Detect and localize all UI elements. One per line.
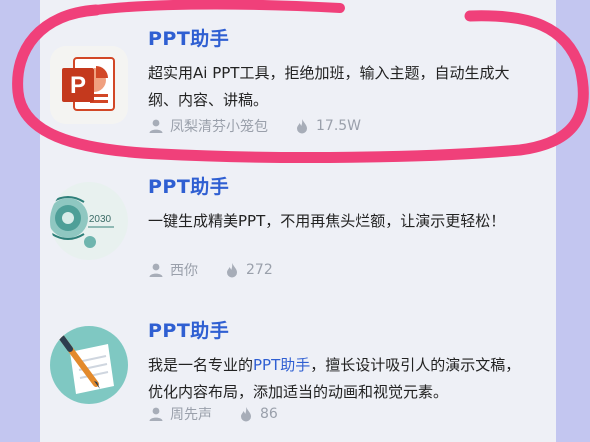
author-name: 周先声: [170, 407, 212, 423]
usage-count: 86: [260, 406, 278, 422]
assistant-meta: 周先声 86: [148, 404, 278, 424]
assistant-meta: 凤梨清芬小笼包 17.5W: [148, 116, 361, 136]
usage-count: 17.5W: [316, 118, 362, 134]
description-text: 我是一名专业的: [148, 356, 254, 374]
assistant-title[interactable]: PPT助手: [148, 24, 229, 51]
usage-count: 272: [246, 262, 273, 278]
assistant-description: 超实用Ai PPT工具，拒绝加班，输入主题，自动生成大纲、内容、讲稿。: [148, 64, 510, 109]
assistant-meta: 西你 272: [148, 260, 273, 280]
author-name: 西你: [170, 263, 198, 279]
powerpoint-logo-icon[interactable]: P: [50, 46, 128, 124]
description-highlight-link[interactable]: PPT助手: [253, 356, 310, 374]
flame-icon: [238, 406, 254, 422]
assistant-title[interactable]: PPT助手: [148, 172, 229, 199]
svg-text:P: P: [70, 72, 86, 99]
user-icon: [148, 406, 164, 422]
flame-icon: [294, 118, 310, 134]
assistant-title[interactable]: PPT助手: [148, 316, 229, 343]
teal-mandala-2030-thumbnail-icon[interactable]: 2030: [50, 182, 128, 260]
user-icon: [148, 262, 164, 278]
pen-and-paper-thumbnail-icon[interactable]: [50, 326, 128, 404]
author-name: 凤梨清芬小笼包: [170, 119, 268, 135]
assistant-description: 我是一名专业的PPT助手，擅长设计吸引人的演示文稿，优化内容布局，添加适当的动画…: [148, 352, 530, 406]
flame-icon: [224, 262, 240, 278]
assistant-list-panel: P PPT助手 超实用Ai PPT工具，拒绝加班，输入主题，自动生成大纲、内容、…: [40, 0, 556, 442]
assistant-description: 一键生成精美PPT，不用再焦头烂额，让演示更轻松！: [148, 212, 506, 230]
svg-text:2030: 2030: [89, 214, 112, 225]
user-icon: [148, 118, 164, 134]
